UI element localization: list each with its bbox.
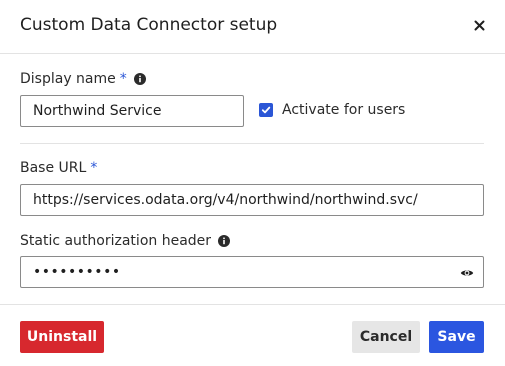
base-url-input[interactable]: https://services.odata.org/v4/northwind/… xyxy=(20,184,484,216)
base-url-label-text: Base URL xyxy=(20,160,87,176)
auth-header-label-text: Static authorization header xyxy=(20,233,212,249)
required-marker: * xyxy=(119,71,127,87)
cancel-button[interactable]: Cancel xyxy=(352,321,420,353)
base-url-value: https://services.odata.org/v4/northwind/… xyxy=(33,192,418,208)
base-url-label: Base URL * xyxy=(20,160,97,176)
activate-for-users-toggle[interactable]: Activate for users xyxy=(259,102,405,118)
auth-header-input[interactable]: •••••••••• xyxy=(20,256,484,288)
footer-divider xyxy=(0,304,505,305)
display-name-label-text: Display name xyxy=(20,71,116,87)
save-button[interactable]: Save xyxy=(429,321,484,353)
close-button[interactable] xyxy=(471,17,487,33)
auth-header-label: Static authorization header xyxy=(20,233,231,249)
display-name-value: Northwind Service xyxy=(33,103,162,119)
display-name-label: Display name * xyxy=(20,71,146,87)
connector-setup-dialog: Custom Data Connector setup Display name… xyxy=(0,0,505,366)
activate-checkbox[interactable] xyxy=(259,103,273,117)
section-divider xyxy=(20,143,484,144)
eye-icon xyxy=(460,270,474,276)
activate-label: Activate for users xyxy=(282,102,406,118)
uninstall-button[interactable]: Uninstall xyxy=(20,321,104,353)
info-icon[interactable] xyxy=(133,73,146,85)
display-name-input[interactable]: Northwind Service xyxy=(20,95,244,127)
checkmark-icon xyxy=(261,106,271,114)
dialog-title: Custom Data Connector setup xyxy=(20,15,278,35)
required-marker: * xyxy=(90,160,98,176)
auth-header-masked-value: •••••••••• xyxy=(33,264,121,280)
reveal-password-button[interactable] xyxy=(459,266,475,280)
info-icon[interactable] xyxy=(218,235,231,247)
close-icon xyxy=(474,20,484,30)
dialog-header: Custom Data Connector setup xyxy=(0,0,505,54)
